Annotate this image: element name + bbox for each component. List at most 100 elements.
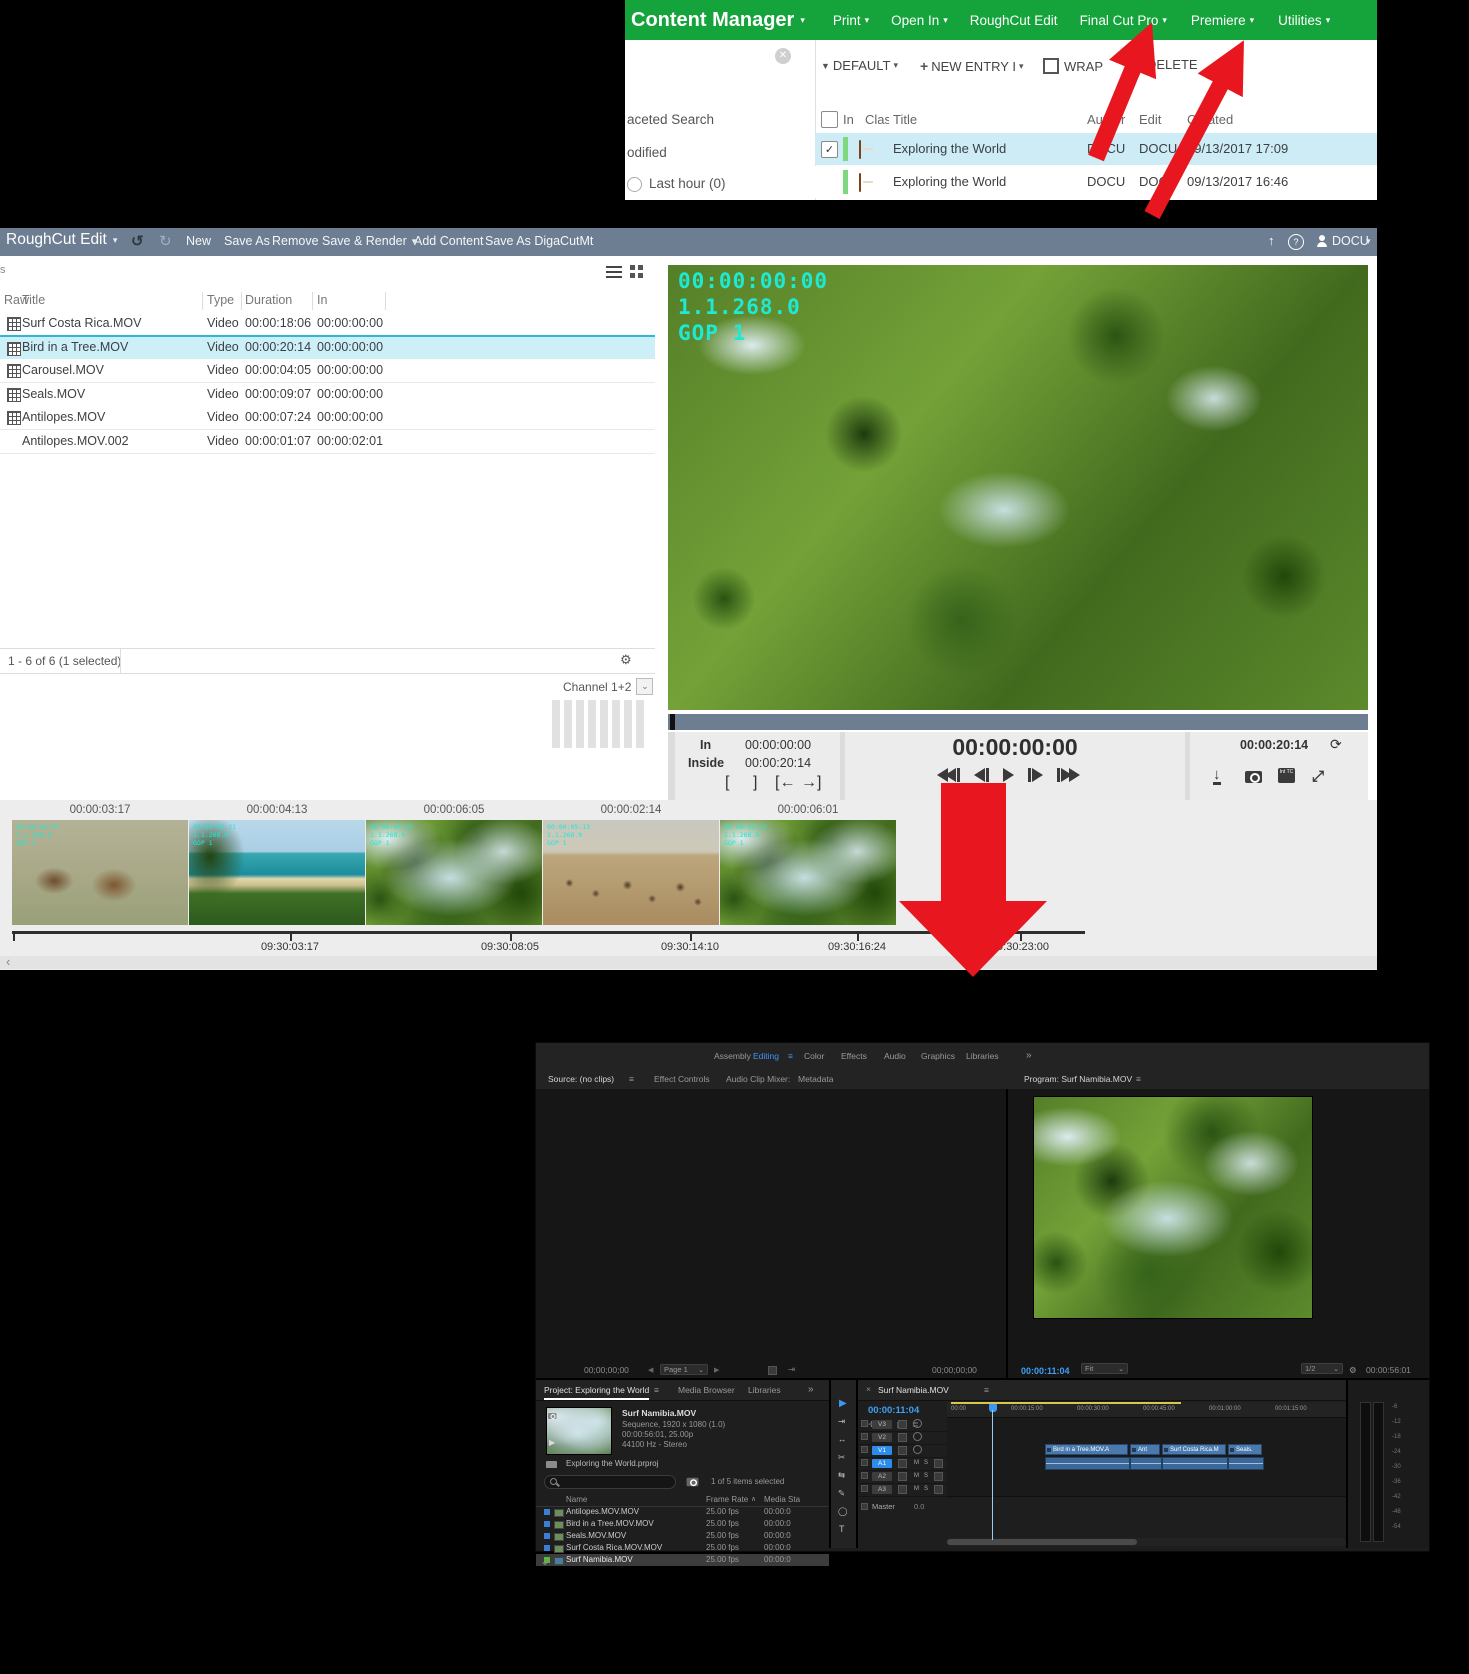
timeline-audio-clip[interactable] (1228, 1457, 1264, 1470)
search-input[interactable] (544, 1475, 676, 1489)
menu-final-cut-pro[interactable]: Final Cut Pro ▾ (1080, 13, 1167, 28)
cm-row[interactable]: Exploring the World DOCU DOCU 09/13/2017… (815, 166, 1377, 198)
voiceover-icon[interactable] (934, 1472, 943, 1481)
mark-in-button[interactable]: [ (725, 774, 729, 792)
select-all-checkbox[interactable] (821, 111, 838, 128)
toggle-track-output-icon[interactable] (913, 1419, 922, 1428)
track-header-v2[interactable]: V2 (858, 1431, 947, 1445)
program-video[interactable] (1033, 1096, 1313, 1319)
col-created[interactable]: Created (1187, 112, 1233, 127)
snapshot-button[interactable] (1245, 771, 1262, 783)
project-row[interactable]: Bird in a Tree.MOV.MOV 25.00 fps 00:00:0 (536, 1518, 829, 1530)
step-back-button[interactable] (974, 768, 989, 782)
track-header-a3[interactable]: A3 M S (858, 1483, 947, 1497)
voiceover-icon[interactable] (934, 1459, 943, 1468)
track-header-v3[interactable]: V3 (858, 1418, 947, 1432)
row-checkbox[interactable]: ✓ (821, 141, 838, 158)
filmstrip-clip-seals[interactable]: 00:00:05:13 1.1.268.0 GOP 1 (543, 820, 719, 925)
project-overflow-icon[interactable]: » (808, 1384, 814, 1395)
tab-color[interactable]: Color (804, 1051, 824, 1061)
new-button[interactable]: New (186, 234, 211, 248)
timeline-clip[interactable]: Surf Costa Rica.M (1162, 1444, 1226, 1455)
cm-delete-button[interactable]: DELETE (1130, 57, 1198, 72)
in-out-search-icon[interactable] (687, 1478, 699, 1486)
playback-resolution-select[interactable]: 1/2 ⌄ (1301, 1363, 1343, 1374)
project-row[interactable]: Antilopes.MOV.MOV 25.00 fps 00:00:0 (536, 1506, 829, 1518)
menu-premiere[interactable]: Premiere ▾ (1191, 13, 1254, 28)
last-hour-label[interactable]: Last hour (0) (649, 176, 726, 191)
cm-filter-button[interactable]: ▼ DEFAULT ▾ (821, 58, 898, 73)
mute-button[interactable]: M (914, 1486, 919, 1492)
col-frame-rate[interactable]: Frame Rate (706, 1495, 748, 1504)
menu-open-in[interactable]: Open In ▾ (891, 13, 948, 28)
help-icon[interactable]: ? (1288, 234, 1304, 250)
track-lane-v3[interactable] (947, 1418, 1346, 1432)
tab-assembly[interactable]: Assembly (714, 1051, 751, 1061)
play-button[interactable] (1003, 768, 1014, 782)
track-badge-active[interactable]: A1 (872, 1459, 892, 1468)
clip-row[interactable]: Carousel.MOV Video 00:00:04:05 00:00:00:… (0, 359, 655, 383)
clip-row[interactable]: Seals.MOV Video 00:00:09:07 00:00:00:00 (0, 383, 655, 407)
lock-icon[interactable] (861, 1420, 868, 1427)
fullscreen-button[interactable]: ⤢ (1312, 768, 1324, 785)
close-timeline-icon[interactable]: × (866, 1384, 871, 1394)
project-row[interactable]: Seals.MOV.MOV 25.00 fps 00:00:0 (536, 1530, 829, 1542)
voiceover-icon[interactable] (934, 1485, 943, 1494)
col-class[interactable]: Class (865, 112, 889, 127)
download-button[interactable]: ↓ (1213, 768, 1221, 785)
solo-button[interactable]: S (924, 1473, 928, 1479)
filmstrip-ruler[interactable] (12, 931, 1085, 934)
tab-libraries[interactable]: Libraries (966, 1051, 999, 1061)
zoom-level-select[interactable]: Fit ⌄ (1081, 1363, 1128, 1374)
sync-lock-icon[interactable] (898, 1420, 907, 1429)
lock-icon[interactable] (861, 1485, 868, 1492)
save-render-button[interactable]: Save & Render ▾ (322, 234, 416, 248)
goto-in-button[interactable]: [← (775, 774, 795, 792)
channel-dropdown[interactable]: ⌄ (636, 678, 653, 695)
mute-button[interactable]: M (914, 1460, 919, 1466)
track-badge[interactable]: A2 (872, 1472, 892, 1481)
timeline-audio-clip[interactable] (1130, 1457, 1162, 1470)
timeline-clip[interactable]: Bird in a Tree.MOV.A (1045, 1444, 1128, 1455)
col-media-start[interactable]: Media Sta (764, 1495, 800, 1504)
row-title[interactable]: Exploring the World (893, 174, 1006, 189)
col-type[interactable]: Type (207, 293, 234, 307)
cm-new-entry-button[interactable]: + NEW ENTRY I ▾ (920, 58, 1023, 74)
track-select-tool[interactable]: ⇥ (838, 1416, 845, 1427)
source-plus-icon[interactable]: ⇥ (788, 1364, 795, 1375)
undo-icon[interactable]: ↺ (131, 232, 144, 250)
scrollbar-thumb[interactable] (947, 1539, 1137, 1545)
clip-row-selected[interactable]: Bird in a Tree.MOV Video 00:00:20:14 00:… (0, 335, 655, 362)
selection-tool[interactable]: ▶ (839, 1398, 847, 1409)
tab-effect-controls[interactable]: Effect Controls (654, 1074, 710, 1084)
project-panel-menu-icon[interactable]: ≡ (654, 1385, 659, 1395)
menu-utilities[interactable]: Utilities ▾ (1278, 13, 1330, 28)
mark-out-button[interactable]: ] (753, 774, 757, 792)
page-next-icon[interactable]: ▶ (714, 1366, 719, 1374)
project-row-selected[interactable]: Surf Namibia.MOV 25.00 fps 00:00:0 (536, 1554, 829, 1566)
list-view-icon[interactable] (606, 266, 622, 278)
tab-audio[interactable]: Audio (884, 1051, 906, 1061)
col-edit[interactable]: Edit (1139, 112, 1161, 127)
add-content-button[interactable]: Add Content (414, 234, 484, 248)
track-badge[interactable]: V3 (872, 1420, 892, 1429)
channel-selector[interactable]: Channel 1+2 ⌄ (563, 678, 653, 695)
lock-icon[interactable] (861, 1459, 868, 1466)
track-lane-v1[interactable]: Bird in a Tree.MOV.A Ant Surf Costa Rica… (947, 1444, 1346, 1458)
program-panel-menu-icon[interactable]: ≡ (1136, 1074, 1141, 1084)
hand-tool[interactable]: ◯ (838, 1506, 848, 1517)
lock-icon[interactable] (861, 1472, 868, 1479)
filmstrip-clip-tree[interactable]: 00:00:04:05 1.1.268.0 GOP 1 (366, 820, 542, 925)
solo-button[interactable]: S (924, 1486, 928, 1492)
track-lane-a3[interactable] (947, 1483, 1346, 1497)
lock-icon[interactable] (861, 1433, 868, 1440)
remove-button[interactable]: Remove (272, 234, 319, 248)
player-seekbar[interactable] (668, 714, 1368, 730)
sync-lock-icon[interactable] (898, 1446, 907, 1455)
track-header-v1[interactable]: V1 (858, 1444, 947, 1458)
player-video[interactable]: 00:00:00:00 1.1.268.0 GOP 1 (668, 265, 1368, 710)
thumb-play-icon[interactable]: ▶ (549, 1438, 555, 1447)
tab-audio-clip-mixer[interactable]: Audio Clip Mixer: (726, 1074, 790, 1084)
step-forward-button[interactable] (1028, 768, 1043, 782)
mute-button[interactable]: M (914, 1473, 919, 1479)
